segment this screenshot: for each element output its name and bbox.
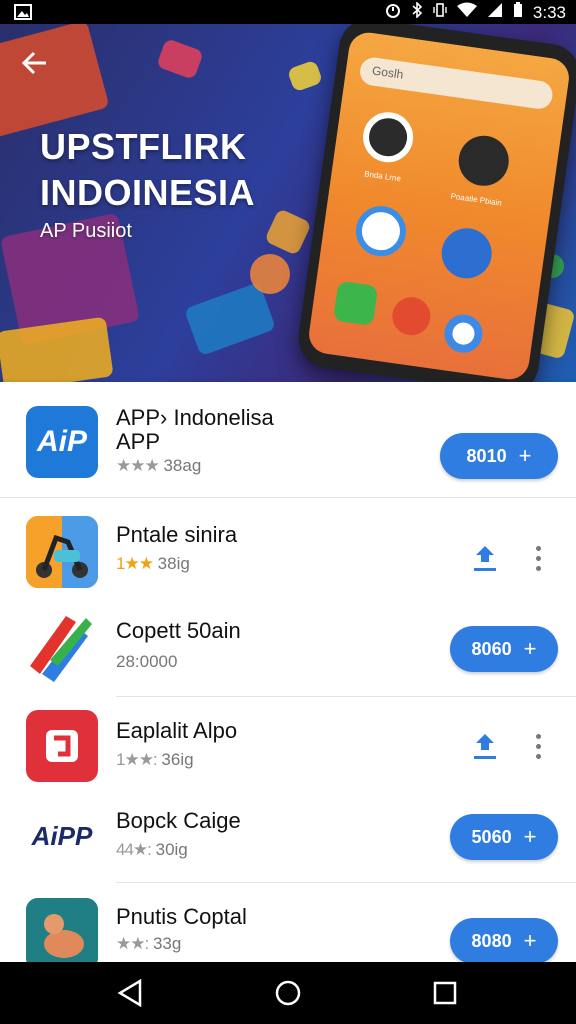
copett-app-icon — [26, 610, 98, 682]
more-options-icon[interactable] — [528, 540, 548, 576]
list-item[interactable]: Pntale sinira 1★★ 38ig — [0, 502, 576, 598]
rating-stars: 1★★ — [116, 554, 154, 573]
banner-title: UPSTFLIRK INDOINESIA — [40, 124, 255, 216]
back-arrow-icon[interactable] — [18, 46, 52, 80]
banner-title-line1: UPSTFLIRK — [40, 126, 247, 167]
phone-call-icon — [333, 280, 379, 326]
app-name: Eaplalit Alpo — [116, 718, 238, 743]
phone-app-label: Bnda Lrne — [363, 169, 402, 184]
rating-stars: ★★: — [116, 934, 149, 953]
image-icon — [14, 4, 32, 25]
decoration-shape — [286, 59, 324, 93]
home-circle-icon[interactable] — [271, 976, 305, 1010]
app-size: 33g — [152, 934, 182, 953]
featured-app-meta: ★★★ 38ag — [116, 456, 201, 476]
download-icon[interactable] — [470, 542, 500, 578]
app-meta: 44★: 30ig — [116, 840, 188, 860]
app-size: 36ig — [161, 750, 194, 769]
divider — [116, 696, 576, 697]
featured-app-name: APP› Indonelisa APP — [116, 406, 274, 454]
app-size: 38ig — [157, 554, 190, 573]
featured-app-name-line2: APP — [116, 429, 161, 454]
recents-square-icon[interactable] — [428, 976, 462, 1010]
app-size: 38ag — [163, 456, 202, 475]
list-item[interactable]: Pnutis Coptal ★★: 33g 8080 + — [0, 886, 576, 962]
featured-app-icon-text: AiP — [36, 425, 87, 458]
wifi-icon — [456, 2, 477, 23]
back-triangle-icon[interactable] — [114, 976, 148, 1010]
scooter-app-icon — [26, 516, 98, 588]
app-size: 30ig — [155, 840, 188, 859]
rating-stars: 44★: — [116, 840, 152, 859]
plus-icon: + — [523, 636, 537, 661]
decoration-shape — [0, 316, 114, 382]
bird-app-icon — [455, 132, 512, 190]
alarm-icon — [385, 2, 401, 23]
decoration-shape — [156, 38, 204, 80]
plus-icon: + — [523, 928, 537, 953]
app-meta: 1★★ 38ig — [116, 554, 190, 574]
more-options-icon[interactable] — [528, 728, 548, 764]
vibrate-icon — [433, 2, 447, 23]
phone-search-bar: Goslh — [358, 55, 555, 111]
decoration-shape — [250, 254, 290, 294]
list-item[interactable]: AiPP Bopck Caige 44★: 30ig 5060 + — [0, 790, 576, 886]
list-item[interactable]: Eaplalit Alpo 1★★: 36ig — [0, 700, 576, 796]
button-label: 8010 — [466, 445, 507, 466]
app-name: Bopck Caige — [116, 808, 241, 833]
signal-icon — [487, 2, 503, 23]
decoration-shape — [264, 208, 312, 256]
plus-icon: + — [518, 443, 532, 468]
app-name: Copett 50ain — [116, 618, 241, 643]
aipp-app-icon: AiPP — [26, 800, 98, 872]
app-size: 28:0000 — [116, 652, 178, 671]
speed-app-icon — [438, 225, 495, 282]
banner-title-line2: INDOINESIA — [40, 172, 256, 213]
aipp-icon-text: AiPP — [31, 820, 93, 851]
dots-app-icon — [389, 294, 433, 338]
hero-banner: UPSTFLIRK INDOINESIA AP Pusiiot Goslh Bn… — [0, 24, 576, 382]
rating-stars: ★★★ — [116, 456, 160, 475]
rating-stars: 1★★: — [116, 750, 158, 769]
list-item[interactable]: Copett 50ain 28:0000 8060 + — [0, 600, 576, 696]
install-button[interactable]: 8080 + — [450, 918, 558, 962]
featured-app-name-line1: APP› Indonelisa — [116, 405, 274, 430]
featured-install-button[interactable]: 8010 + — [440, 433, 558, 479]
app-meta: ★★: 33g — [116, 934, 181, 954]
banner-subtitle: AP Pusiiot — [40, 220, 132, 242]
phone-app-label: Poaatle Pbiain — [450, 191, 503, 208]
bluetooth-icon — [411, 1, 423, 23]
decoration-shape — [0, 24, 110, 138]
camera-app-icon — [359, 109, 417, 166]
download-icon[interactable] — [470, 730, 500, 766]
plus-icon: + — [523, 824, 537, 849]
navigation-bar — [0, 962, 576, 1024]
install-button[interactable]: 5060 + — [450, 814, 558, 860]
red-app-icon — [26, 710, 98, 782]
install-button[interactable]: 8060 + — [450, 626, 558, 672]
game-app-icon — [26, 898, 98, 962]
button-label: 5060 — [471, 826, 512, 847]
chrome-icon — [442, 312, 485, 356]
app-name: Pnutis Coptal — [116, 904, 247, 929]
phone-screen: Goslh Bnda Lrne Poaatle Pbiain — [306, 30, 572, 382]
status-bar: 3:33 — [0, 0, 576, 24]
app-meta: 28:0000 — [116, 652, 177, 672]
decoration-shape — [183, 281, 277, 357]
battery-icon — [513, 2, 523, 23]
button-label: 8060 — [471, 638, 512, 659]
app-meta: 1★★: 36ig — [116, 750, 194, 770]
play-store-icon — [352, 202, 410, 260]
featured-app-card[interactable]: AiP APP› Indonelisa APP ★★★ 38ag 8010 + — [0, 382, 576, 498]
button-label: 8080 — [471, 930, 512, 951]
divider — [116, 882, 576, 883]
featured-app-icon: AiP — [26, 406, 98, 478]
phone-illustration: Goslh Bnda Lrne Poaatle Pbiain — [294, 24, 576, 382]
app-name: Pntale sinira — [116, 522, 238, 547]
clock: 3:33 — [532, 2, 566, 22]
